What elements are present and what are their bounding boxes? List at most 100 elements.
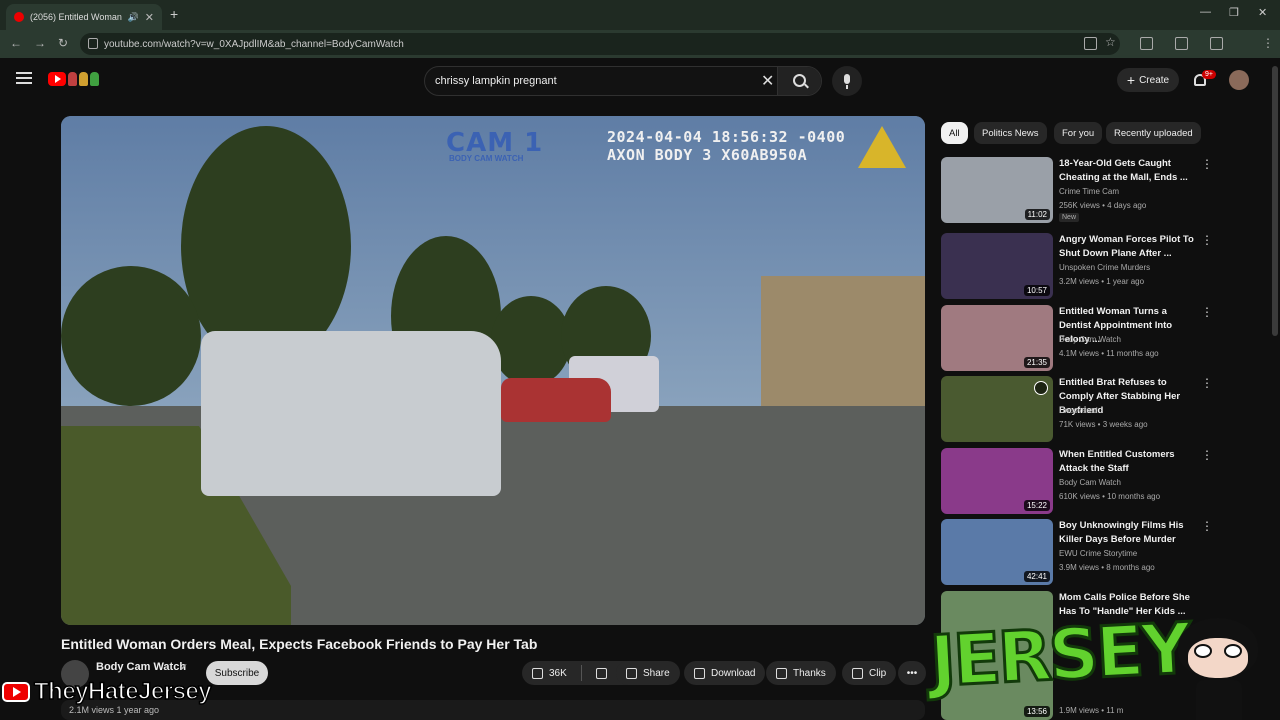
video-thumbnail[interactable]: 10:57 <box>941 233 1053 299</box>
recommendation-item[interactable]: 10:57 Angry Woman Forces Pilot To Shut D… <box>941 233 1221 301</box>
speaker-icon: 🔊 <box>127 11 139 22</box>
more-options-icon[interactable]: ⋮ <box>1201 306 1213 318</box>
restore-icon[interactable]: ❐ <box>1229 6 1239 19</box>
minimize-icon[interactable]: — <box>1200 6 1211 18</box>
clear-search-icon[interactable]: ✕ <box>761 71 774 91</box>
share-button[interactable]: Share <box>616 661 680 685</box>
browser-tab[interactable]: (2056) Entitled Woman Ord 🔊 ✕ <box>6 4 162 30</box>
voice-search-icon[interactable] <box>832 66 862 96</box>
video-thumbnail[interactable]: 42:41 <box>941 519 1053 585</box>
video-thumbnail[interactable]: 21:35 <box>941 305 1053 371</box>
more-options-icon[interactable]: ⋮ <box>1201 377 1213 389</box>
rec-channel[interactable]: EWU Crime Storytime <box>1059 549 1137 558</box>
create-button[interactable]: + Create <box>1117 68 1179 92</box>
rec-channel[interactable]: Crime Time Cam <box>1059 187 1119 196</box>
more-options-icon[interactable]: ⋮ <box>1201 449 1213 461</box>
tree <box>181 126 351 366</box>
youtube-logo[interactable] <box>48 70 108 88</box>
video-thumbnail[interactable]: 11:02 <box>941 157 1053 223</box>
video-player[interactable]: CAM 1 BODY CAM WATCH 2024-04-04 18:56:32… <box>61 116 925 625</box>
duration: 10:57 <box>1023 285 1050 296</box>
user-avatar[interactable] <box>1229 70 1249 90</box>
thanks-button[interactable]: Thanks <box>766 661 836 685</box>
share-label: Share <box>643 667 670 679</box>
back-icon[interactable]: ← <box>10 36 22 50</box>
rec-meta: 1.9M views • 11 m <box>1059 706 1124 715</box>
forward-icon[interactable]: → <box>34 36 46 50</box>
subscribe-button[interactable]: Subscribe <box>206 661 268 685</box>
recommendation-item[interactable]: 42:41 Boy Unknowingly Films His Killer D… <box>941 519 1221 587</box>
reload-icon[interactable]: ↻ <box>58 36 68 50</box>
like-count[interactable]: 36K <box>549 668 567 679</box>
video-thumbnail[interactable] <box>941 376 1053 442</box>
recommendation-item[interactable]: 11:02 18-Year-Old Gets Caught Cheating a… <box>941 157 1221 225</box>
more-actions-button[interactable]: ••• <box>898 661 926 685</box>
browser-tab-strip: (2056) Entitled Woman Ord 🔊 ✕ + — ❐ ✕ <box>0 0 1280 30</box>
download-icon <box>694 667 705 679</box>
thanks-icon <box>776 667 787 679</box>
search-button[interactable] <box>777 67 821 95</box>
rec-channel[interactable]: Body Cam Watch <box>1059 478 1121 487</box>
scrollbar[interactable] <box>1272 66 1278 336</box>
site-info-icon[interactable] <box>88 38 98 49</box>
close-tab-icon[interactable]: ✕ <box>145 11 154 24</box>
bookmark-star-icon[interactable]: ☆ <box>1105 35 1116 49</box>
menu-icon[interactable] <box>16 72 32 84</box>
thumbs-down-icon[interactable] <box>595 667 607 679</box>
rec-meta: 3.2M views • 1 year ago <box>1059 277 1145 286</box>
chip-all[interactable]: All <box>941 122 968 144</box>
verified-icon: ✔ <box>180 662 188 672</box>
thanks-label: Thanks <box>793 667 826 679</box>
chip-for-you[interactable]: For you <box>1054 122 1103 144</box>
tree <box>61 266 201 406</box>
doodle-figure-icon <box>68 72 77 86</box>
rec-channel[interactable]: Body Cam Watch <box>1059 335 1121 344</box>
duration: 13:56 <box>1023 706 1050 717</box>
cast-icon[interactable] <box>1210 37 1223 50</box>
rec-channel[interactable]: Unspoken Crime Murders <box>1059 263 1150 272</box>
rec-title[interactable]: When Entitled Customers Attack the Staff <box>1059 448 1199 476</box>
tree <box>491 296 571 386</box>
rec-channel[interactable]: Uncovered <box>1059 406 1098 415</box>
search-input[interactable]: chrissy lampkin pregnant ✕ <box>424 66 822 96</box>
duration: 11:02 <box>1024 209 1050 220</box>
channel-name[interactable]: Body Cam Watch <box>96 661 186 673</box>
chip-recently-uploaded[interactable]: Recently uploaded <box>1106 122 1201 144</box>
body <box>1196 680 1242 720</box>
browser-menu-icon[interactable]: ⋮ <box>1262 36 1274 50</box>
new-badge: New <box>1059 213 1080 222</box>
face <box>1188 638 1248 678</box>
watch-later-icon[interactable] <box>1034 381 1048 395</box>
plus-icon: + <box>1126 72 1136 88</box>
rec-title[interactable]: Angry Woman Forces Pilot To Shut Down Pl… <box>1059 233 1199 261</box>
thumbs-up-icon[interactable] <box>532 667 543 679</box>
video-thumbnail[interactable]: 15:22 <box>941 448 1053 514</box>
more-options-icon[interactable]: ⋮ <box>1201 234 1213 246</box>
youtube-logo-icon <box>2 682 30 702</box>
rec-meta: 256K views • 4 days ago <box>1059 201 1147 210</box>
recommendation-item[interactable]: Entitled Brat Refuses to Comply After St… <box>941 376 1221 444</box>
address-bar[interactable]: youtube.com/watch?v=w_0XAJpdlIM&ab_chann… <box>80 33 1120 55</box>
url-text: youtube.com/watch?v=w_0XAJpdlIM&ab_chann… <box>104 38 404 50</box>
axon-logo-icon <box>858 126 906 168</box>
new-tab-icon[interactable]: + <box>170 6 178 22</box>
device-overlay: AXON BODY 3 X60AB950A <box>607 146 808 164</box>
more-options-icon[interactable]: ⋮ <box>1201 520 1213 532</box>
clip-button[interactable]: Clip <box>842 661 897 685</box>
rec-meta: 4.1M views • 11 months ago <box>1059 349 1159 358</box>
more-options-icon[interactable]: ⋮ <box>1201 158 1213 170</box>
chip-politics-news[interactable]: Politics News <box>974 122 1047 144</box>
recommendation-item[interactable]: 21:35 Entitled Woman Turns a Dentist App… <box>941 305 1221 373</box>
extensions-icon[interactable] <box>1140 37 1153 50</box>
duration: 42:41 <box>1023 571 1050 582</box>
rec-title[interactable]: Boy Unknowingly Films His Killer Days Be… <box>1059 519 1199 547</box>
install-icon[interactable] <box>1084 37 1097 50</box>
clip-label: Clip <box>869 667 887 679</box>
recommendation-item[interactable]: 15:22 When Entitled Customers Attack the… <box>941 448 1221 516</box>
rec-title[interactable]: 18-Year-Old Gets Caught Cheating at the … <box>1059 157 1199 185</box>
download-button[interactable]: Download <box>684 661 766 685</box>
tab-title: (2056) Entitled Woman Ord <box>30 12 122 22</box>
sidepanel-icon[interactable] <box>1175 37 1188 50</box>
notification-badge: 9+ <box>1202 70 1216 79</box>
close-window-icon[interactable]: ✕ <box>1258 6 1267 19</box>
